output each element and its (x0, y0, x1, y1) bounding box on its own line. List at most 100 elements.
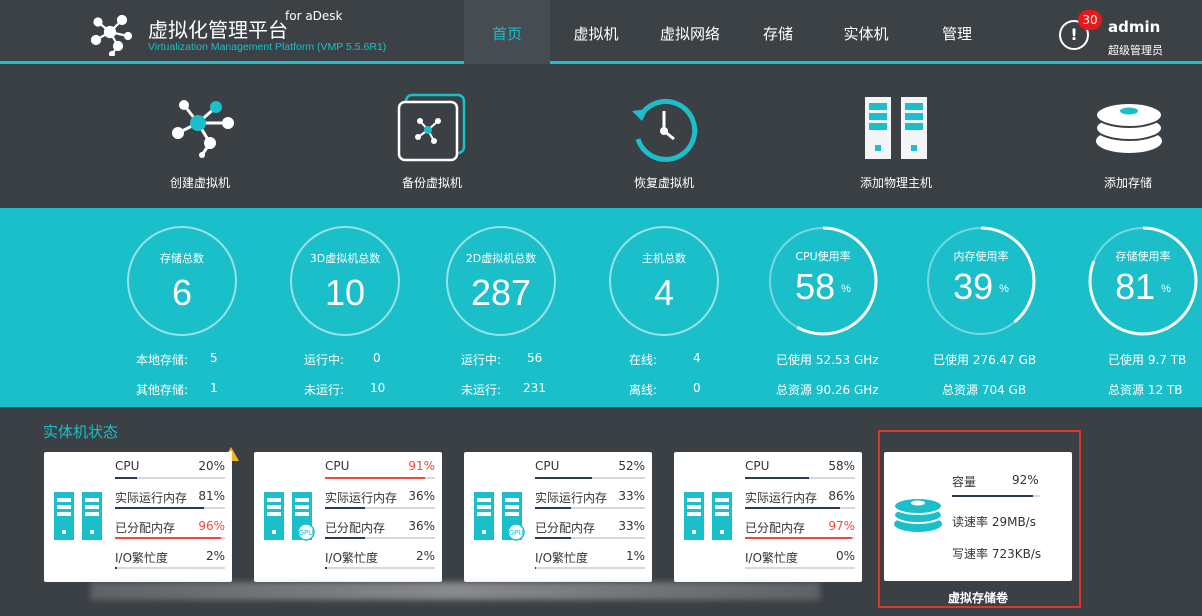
metric-bar (745, 477, 855, 479)
metric-label: 已分配内存 (325, 521, 386, 535)
metric-bar (535, 477, 645, 479)
metric-bar-fill (115, 567, 118, 569)
stat-detail-label: 未运行: (461, 383, 502, 397)
metric-row: 已分配内存 96% (115, 519, 225, 541)
action-add-storage[interactable]: 添加存储 (1048, 67, 1202, 208)
metric-bar (535, 537, 645, 539)
metric-bar-fill (535, 477, 593, 479)
metric-bar (325, 567, 435, 569)
server-icon (684, 492, 732, 540)
stat-detail-value: 231 (523, 381, 546, 395)
gpu-badge-text: GPU (299, 529, 314, 537)
blurred-area (90, 582, 820, 600)
stat-detail-value: 1 (210, 381, 218, 395)
metric-label: I/O繁忙度 (535, 551, 589, 565)
stat-detail-label: 离线: (629, 383, 658, 397)
stat-title: 主机总数 (642, 252, 686, 265)
stat-value: 10 (324, 272, 366, 313)
metric-row: CPU 58% (745, 459, 855, 481)
hosts-section-title: 实体机状态 (43, 423, 119, 441)
action-add-host[interactable]: 添加物理主机 (816, 67, 976, 208)
metric-bar (535, 507, 645, 509)
metric-row: 实际运行内存 81% (115, 489, 225, 511)
host-card[interactable]: CPU 20% 实际运行内存 81% 已分配内存 96% I/O繁忙度 2% (44, 452, 232, 582)
metric-label: CPU (535, 459, 560, 473)
stat-detail-text: 已使用 52.53 GHz (776, 353, 879, 367)
stat-detail-value: 5 (210, 351, 218, 365)
stat-3d-vm-total[interactable]: 3D虚拟机总数 10 (290, 226, 400, 336)
nav-virtual-network[interactable]: 虚拟网络 (642, 0, 738, 64)
restore-clock-icon (632, 98, 698, 162)
metric-row: 实际运行内存 36% (325, 489, 435, 511)
action-restore-vm[interactable]: 恢复虚拟机 (584, 67, 744, 208)
host-card[interactable]: CPU 58% 实际运行内存 86% 已分配内存 97% I/O繁忙度 0% (674, 452, 862, 582)
action-label: 添加存储 (1103, 176, 1152, 190)
action-create-vm[interactable]: 创建虚拟机 (120, 67, 280, 208)
metric-value: 2% (415, 549, 435, 563)
stat-number: 58 (795, 266, 836, 307)
host-card[interactable]: GPU CPU 91% 实际运行内存 36% 已分配内存 36% I/O繁忙度 2% (254, 452, 442, 582)
metric-bar-fill (745, 477, 809, 479)
stat-value: 287 (470, 272, 532, 313)
action-backup-vm[interactable]: 备份虚拟机 (352, 67, 512, 208)
metric-value: 52% (618, 459, 645, 473)
stat-detail-label: 其他存储: (136, 383, 189, 397)
nav-vms[interactable]: 虚拟机 (550, 0, 642, 64)
metric-bar (325, 477, 435, 479)
metric-label: CPU (325, 459, 350, 473)
stat-detail-value: 10 (370, 381, 386, 395)
metric-label: 实际运行内存 (325, 491, 398, 505)
stat-value: 58% (768, 266, 878, 308)
stat-value: 81% (1088, 266, 1198, 308)
metric-value: 36% (408, 519, 435, 533)
nav-storage[interactable]: 存储 (738, 0, 818, 64)
stat-value: 39% (926, 266, 1036, 308)
gpu-badge-text: GPU (509, 529, 524, 537)
stat-storage-usage[interactable]: 存储使用率 81% (1088, 226, 1198, 336)
server-icon (54, 492, 102, 540)
nav-physical-hosts[interactable]: 实体机 (818, 0, 914, 64)
metric-row: CPU 91% (325, 459, 435, 481)
metric-value: 33% (618, 489, 645, 503)
nav-home[interactable]: 首页 (464, 0, 550, 64)
metric-bar-fill (745, 507, 840, 509)
metric-bar (535, 567, 645, 569)
nav-management[interactable]: 管理 (914, 0, 1000, 64)
quick-actions: 创建虚拟机 备份虚拟机 恢复虚拟机 添加物理主机 添加存储 (0, 67, 1202, 208)
metric-bar-fill (535, 507, 572, 509)
stat-storage-total[interactable]: 存储总数 6 (127, 226, 237, 336)
metric-value: 97% (828, 519, 855, 533)
app-title: 虚拟化管理平台 (148, 18, 288, 42)
stat-detail-value: 4 (693, 351, 701, 365)
stat-detail-value: 0 (693, 381, 701, 395)
metric-label: 实际运行内存 (535, 491, 608, 505)
metric-value: 20% (198, 459, 225, 473)
metric-row: CPU 20% (115, 459, 225, 481)
metric-label: 实际运行内存 (115, 491, 188, 505)
metric-bar-fill (535, 537, 572, 539)
stat-title: 内存使用率 (953, 250, 1009, 263)
highlight-box (878, 430, 1081, 608)
disk-stack-icon (1095, 102, 1163, 153)
metric-bar (115, 477, 225, 479)
metric-value: 2% (205, 549, 225, 563)
molecule-icon (172, 100, 234, 158)
stat-2d-vm-total[interactable]: 2D虚拟机总数 287 (446, 226, 556, 336)
app-subtitle: Virtualization Management Platform (VMP … (148, 41, 387, 53)
stat-title: 存储总数 (160, 252, 204, 265)
action-label: 恢复虚拟机 (633, 176, 694, 190)
metric-value: 81% (198, 489, 225, 503)
user-role: 超级管理员 (1108, 44, 1163, 57)
alert-count-badge[interactable]: 30 (1078, 10, 1102, 30)
metric-value: 36% (408, 489, 435, 503)
user-name[interactable]: admin (1108, 18, 1160, 36)
metric-label: I/O繁忙度 (325, 551, 379, 565)
server-icon: GPU (474, 492, 525, 541)
metric-row: 实际运行内存 33% (535, 489, 645, 511)
stat-memory-usage[interactable]: 内存使用率 39% (926, 226, 1036, 336)
molecule-logo-icon (90, 14, 133, 56)
host-card[interactable]: GPU CPU 52% 实际运行内存 33% 已分配内存 33% I/O繁忙度 1% (464, 452, 652, 582)
metric-bar (325, 537, 435, 539)
stat-host-total[interactable]: 主机总数 4 (609, 226, 719, 336)
stat-cpu-usage[interactable]: CPU使用率 58% (768, 226, 878, 336)
